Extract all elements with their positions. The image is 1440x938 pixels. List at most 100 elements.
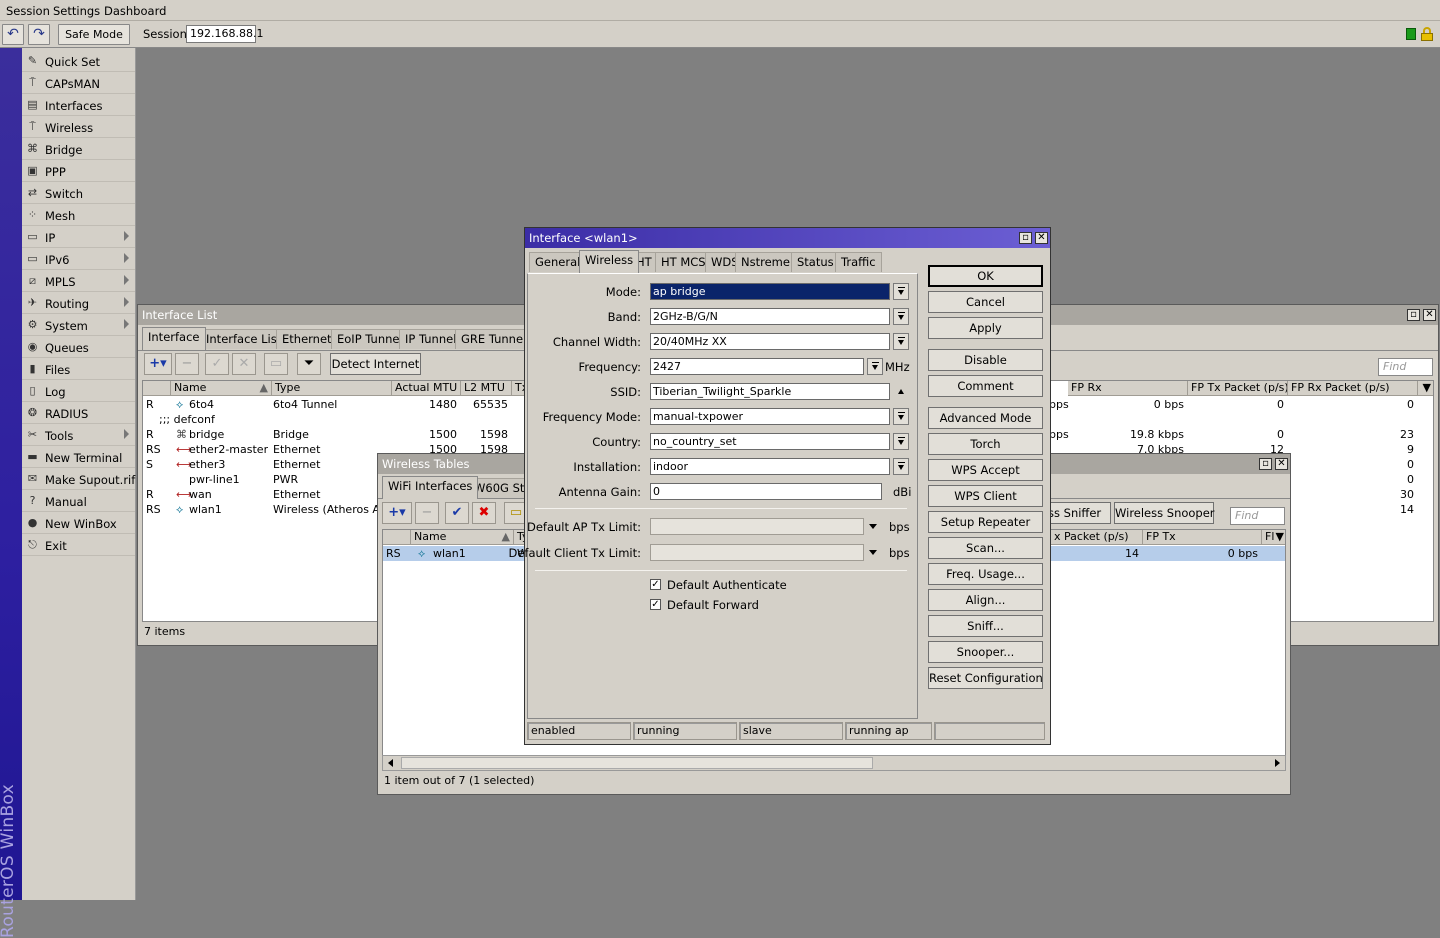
tab-wifi-interfaces[interactable]: WiFi Interfaces xyxy=(382,476,479,499)
dropdown-arrow-icon[interactable] xyxy=(867,358,883,375)
remove-icon[interactable]: − xyxy=(415,502,439,524)
mode-field[interactable]: ap bridge xyxy=(650,283,890,300)
safe-mode-button[interactable]: Safe Mode xyxy=(58,24,130,45)
tab-gre-tunnel[interactable]: GRE Tunnel xyxy=(455,329,533,349)
close-icon[interactable]: ✕ xyxy=(1035,232,1048,244)
installation-field[interactable]: indoor xyxy=(650,458,890,475)
comment-button[interactable]: Comment xyxy=(928,375,1043,397)
sidebar-item-system[interactable]: ⚙ System xyxy=(22,314,135,336)
default-forward-checkbox[interactable]: ✓ xyxy=(650,599,661,610)
maximize-icon[interactable]: ▫ xyxy=(1407,309,1420,321)
dropdown-arrow-icon[interactable] xyxy=(893,283,909,300)
column-name[interactable]: Name ▲ xyxy=(171,381,272,396)
tab-wireless[interactable]: Wireless xyxy=(579,250,640,273)
column-fp-rx-packet-p-s[interactable]: FP Rx Packet (p/s) xyxy=(1288,381,1418,396)
column-menu[interactable]: ▼ xyxy=(1418,381,1433,396)
sidebar-item-manual[interactable]: ? Manual xyxy=(22,490,135,512)
align-button[interactable]: Align... xyxy=(928,589,1043,611)
column-fp-tx-packet-p-s[interactable]: FP Tx Packet (p/s) xyxy=(1188,381,1288,396)
detect-internet-button[interactable]: Detect Internet xyxy=(330,353,421,375)
sidebar-item-make-supout-rif[interactable]: ✉ Make Supout.rif xyxy=(22,468,135,490)
menu-session[interactable]: Session xyxy=(6,4,50,18)
wps-client-button[interactable]: WPS Client xyxy=(928,485,1043,507)
dropdown-arrow-icon[interactable] xyxy=(869,550,877,555)
band-field[interactable]: 2GHz-B/G/N xyxy=(650,308,890,325)
close-icon[interactable]: ✕ xyxy=(1275,458,1288,470)
snooper-button[interactable]: Snooper... xyxy=(928,641,1043,663)
sidebar-item-bridge[interactable]: ⌘ Bridge xyxy=(22,138,135,160)
comment-icon[interactable]: ▭ xyxy=(264,353,288,375)
tab-nstreme[interactable]: Nstreme xyxy=(735,252,796,272)
find-input[interactable]: Find xyxy=(1230,507,1285,525)
frequency-mode-field[interactable]: manual-txpower xyxy=(650,408,890,425)
torch-button[interactable]: Torch xyxy=(928,433,1043,455)
advanced-mode-button[interactable]: Advanced Mode xyxy=(928,407,1043,429)
sidebar-item-files[interactable]: ▮ Files xyxy=(22,358,135,380)
setup-repeater-button[interactable]: Setup Repeater xyxy=(928,511,1043,533)
client-tx-limit-field[interactable] xyxy=(650,544,864,561)
sidebar-item-radius[interactable]: ❂ RADIUS xyxy=(22,402,135,424)
sidebar-item-ip[interactable]: ▭ IP xyxy=(22,226,135,248)
tab-ht-mcs[interactable]: HT MCS xyxy=(655,252,712,272)
cancel-button[interactable]: Cancel xyxy=(928,291,1043,313)
dropdown-arrow-icon[interactable] xyxy=(893,308,909,325)
wps-accept-button[interactable]: WPS Accept xyxy=(928,459,1043,481)
column-name[interactable]: Name ▲ xyxy=(411,530,514,545)
tab-interface[interactable]: Interface xyxy=(142,327,206,350)
horizontal-scrollbar[interactable] xyxy=(382,755,1286,771)
remove-icon[interactable]: − xyxy=(175,353,199,375)
tab-ethernet[interactable]: Ethernet xyxy=(276,329,338,349)
dropdown-arrow-icon[interactable] xyxy=(893,333,909,350)
reset-configuration-button[interactable]: Reset Configuration xyxy=(928,667,1043,689)
sidebar-item-ipv6[interactable]: ▭ IPv6 xyxy=(22,248,135,270)
menu-dashboard[interactable]: Dashboard xyxy=(104,4,166,18)
sidebar-item-mesh[interactable]: ⁘ Mesh xyxy=(22,204,135,226)
disable-icon[interactable]: ✕ xyxy=(232,353,256,375)
sidebar-item-new-terminal[interactable]: ▬ New Terminal xyxy=(22,446,135,468)
frequency-field[interactable]: 2427 xyxy=(650,358,864,375)
sidebar-item-ppp[interactable]: ▣ PPP xyxy=(22,160,135,182)
tab-traffic[interactable]: Traffic xyxy=(835,252,882,272)
wireless-snooper-button[interactable]: Wireless Snooper xyxy=(1114,502,1215,524)
freq-usage-button[interactable]: Freq. Usage... xyxy=(928,563,1043,585)
add-icon[interactable]: +▾ xyxy=(382,502,412,524)
wireless-sniffer-button[interactable]: ss Sniffer xyxy=(1045,502,1111,524)
sidebar-item-wireless[interactable]: ⍑ Wireless xyxy=(22,116,135,138)
disable-button[interactable]: Disable xyxy=(928,349,1043,371)
sidebar-item-tools[interactable]: ✂ Tools xyxy=(22,424,135,446)
dropdown-arrow-icon[interactable] xyxy=(893,458,909,475)
ap-tx-limit-field[interactable] xyxy=(650,518,864,535)
sidebar-item-new-winbox[interactable]: ● New WinBox xyxy=(22,512,135,534)
add-icon[interactable]: +▾ xyxy=(144,353,172,375)
tab-eoip-tunnel[interactable]: EoIP Tunnel xyxy=(331,329,409,349)
tab-ip-tunnel[interactable]: IP Tunnel xyxy=(399,329,463,349)
maximize-icon[interactable]: ▫ xyxy=(1259,458,1272,470)
close-icon[interactable]: ✕ xyxy=(1423,309,1436,321)
sidebar-item-capsman[interactable]: ⍑ CAPsMAN xyxy=(22,72,135,94)
maximize-icon[interactable]: ▫ xyxy=(1019,232,1032,244)
ok-button[interactable]: OK xyxy=(928,265,1043,287)
filter-icon[interactable]: ⏷ xyxy=(297,353,321,375)
undo-button[interactable]: ↶ xyxy=(2,24,24,45)
sniff-button[interactable]: Sniff... xyxy=(928,615,1043,637)
session-field[interactable]: 192.168.88.1 xyxy=(186,25,263,43)
default-authenticate-checkbox[interactable]: ✓ xyxy=(650,579,661,590)
dropdown-arrow-icon[interactable] xyxy=(869,524,877,529)
column-fp-rx[interactable]: FP Rx xyxy=(1068,381,1188,396)
scan-button[interactable]: Scan... xyxy=(928,537,1043,559)
disable-icon[interactable]: ✖ xyxy=(472,502,496,524)
sidebar-item-interfaces[interactable]: ▤ Interfaces xyxy=(22,94,135,116)
tab-interface-list[interactable]: Interface List xyxy=(200,329,288,349)
column-l2-mtu[interactable]: L2 MTU xyxy=(461,381,512,396)
menu-settings[interactable]: Settings xyxy=(53,4,100,18)
redo-button[interactable]: ↷ xyxy=(28,24,50,45)
ssid-field[interactable]: Tiberian_Twilight_Sparkle xyxy=(650,383,890,400)
column-flags[interactable] xyxy=(143,381,171,396)
find-input[interactable]: Find xyxy=(1378,358,1433,376)
dropdown-arrow-icon[interactable] xyxy=(893,433,909,450)
enable-icon[interactable]: ✔ xyxy=(445,502,469,524)
dropdown-arrow-icon[interactable] xyxy=(893,408,909,425)
column-fl[interactable]: Fl ▼ xyxy=(1262,530,1285,545)
enable-icon[interactable]: ✓ xyxy=(205,353,229,375)
sidebar-item-queues[interactable]: ◉ Queues xyxy=(22,336,135,358)
